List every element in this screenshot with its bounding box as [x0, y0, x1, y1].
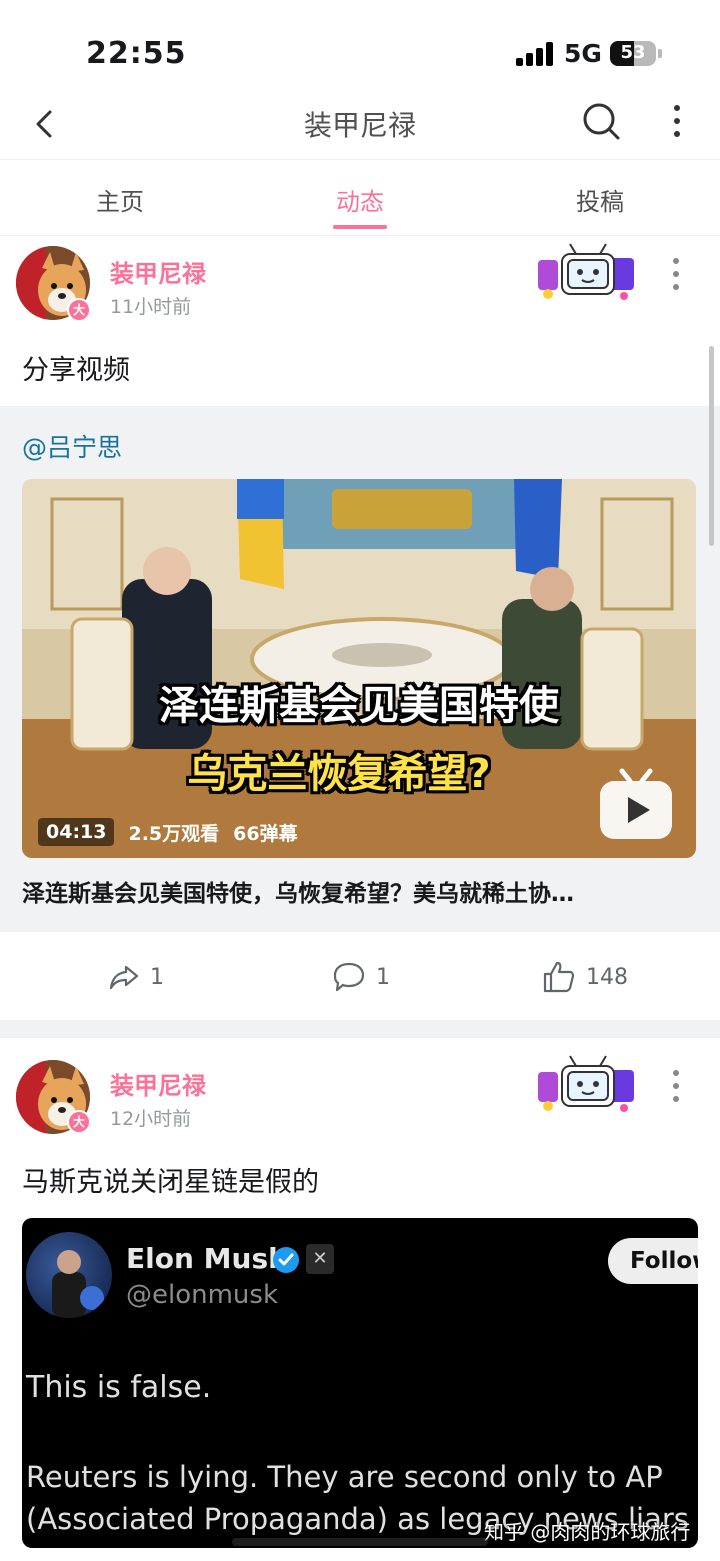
meeting-scene-image	[22, 479, 696, 858]
tv-mascot-decoration-icon	[538, 1055, 634, 1112]
tab-uploads[interactable]: 投稿	[540, 182, 660, 217]
post-action-bar: 1 1 148	[0, 932, 720, 1020]
post-timestamp: 12小时前	[110, 1108, 192, 1130]
network-type: 5G	[564, 39, 602, 68]
x-logo-icon: ✕	[306, 1244, 334, 1274]
mention-link[interactable]: @吕宁思	[22, 428, 122, 464]
comment-count: 1	[376, 964, 390, 990]
tweet-avatar	[26, 1232, 112, 1318]
tv-mascot-decoration-icon	[538, 243, 634, 300]
post-text: 马斯克说关闭星链是假的	[22, 1167, 319, 1198]
battery-level: 53	[620, 42, 646, 63]
tweet-author-name: Elon Musk	[126, 1242, 287, 1275]
like-count: 148	[586, 964, 628, 990]
search-icon[interactable]	[580, 100, 622, 142]
play-tv-icon[interactable]	[598, 767, 674, 841]
top-nav-bar: 装甲尼禄	[0, 90, 720, 160]
battery-cap	[658, 49, 662, 58]
video-stats: 04:13 2.5万观看 66弹幕	[38, 815, 298, 849]
comment-icon	[333, 962, 365, 992]
tweet-handle: @elonmusk	[126, 1280, 279, 1310]
tweet-follow-button: Follow	[608, 1238, 698, 1284]
signal-icon	[516, 42, 556, 66]
home-indicator[interactable]	[232, 1538, 488, 1546]
share-count: 1	[150, 964, 164, 990]
post-more-icon[interactable]	[664, 254, 688, 294]
vip-badge: 大	[67, 298, 91, 322]
tweet-text-line: This is false.	[26, 1370, 212, 1405]
tab-home[interactable]: 主页	[60, 182, 180, 217]
thumbs-up-icon	[543, 961, 575, 993]
thumbnail-caption-1: 泽连斯基会见美国特使	[159, 683, 559, 729]
video-thumbnail[interactable]: 泽连斯基会见美国特使 乌克兰恢复希望? 04:13 2.5万观看 66弹幕	[22, 479, 696, 858]
tweet-avatar-icon	[52, 1250, 104, 1318]
video-views: 2.5万观看	[128, 822, 220, 845]
shared-video-card[interactable]: @吕宁思 泽连斯基会见美国特使 乌克兰恢复希望? 04:13 2.5万观看 66…	[0, 406, 720, 932]
more-vertical-icon[interactable]	[664, 100, 690, 142]
author-name[interactable]: 装甲尼禄	[110, 1066, 206, 1101]
post-more-icon[interactable]	[664, 1066, 688, 1106]
post-timestamp: 11小时前	[110, 296, 192, 318]
share-button[interactable]: 1	[108, 960, 164, 994]
video-danmaku: 66弹幕	[233, 822, 298, 845]
verified-badge-icon	[273, 1247, 299, 1273]
thumbnail-caption-2: 乌克兰恢复希望?	[187, 751, 491, 797]
post-divider	[0, 1020, 720, 1038]
vip-badge: 大	[67, 1110, 91, 1134]
author-name[interactable]: 装甲尼禄	[110, 254, 206, 289]
profile-tabs: 主页 动态 投稿	[0, 160, 720, 236]
active-tab-indicator	[333, 225, 387, 229]
tweet-screenshot-image[interactable]: Elon Musk ✕ @elonmusk Follow This is fal…	[22, 1218, 698, 1548]
status-time: 22:55	[86, 36, 187, 71]
comment-button[interactable]: 1	[332, 960, 390, 994]
post-text: 分享视频	[22, 355, 130, 386]
scrollbar[interactable]	[709, 346, 714, 546]
tweet-text-line: Reuters is lying. They are second only t…	[26, 1460, 663, 1494]
watermark: 知乎 @肉肉的环球旅行	[484, 1520, 691, 1544]
video-title[interactable]: 泽连斯基会见美国特使，乌恢复希望？美乌就稀土协…	[22, 874, 696, 908]
video-duration: 04:13	[38, 818, 115, 846]
share-icon	[109, 965, 139, 990]
like-button[interactable]: 148	[542, 960, 628, 994]
status-bar: 22:55 5G 53	[0, 0, 720, 90]
tab-dynamics[interactable]: 动态	[300, 182, 420, 217]
battery-icon: 53	[610, 41, 656, 66]
